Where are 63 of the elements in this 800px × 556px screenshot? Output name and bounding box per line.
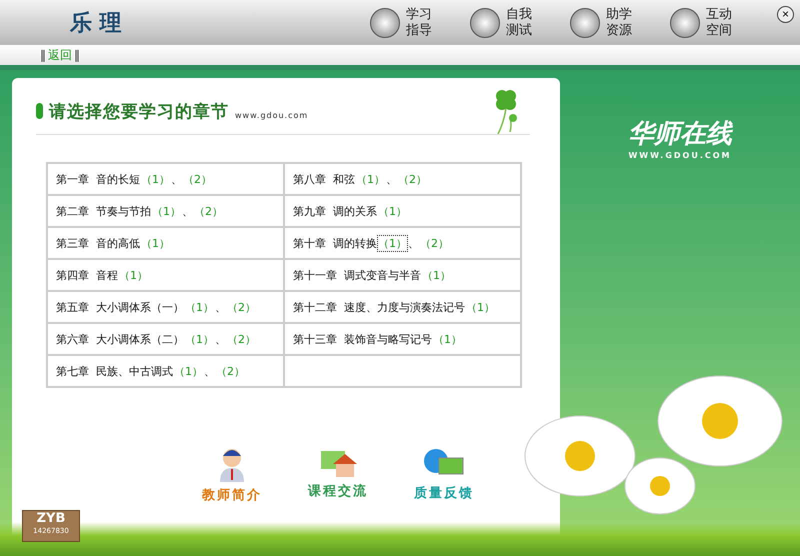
round-badge-icon bbox=[470, 8, 500, 38]
site-logo: 华师在线 WWW.GDOU.COM bbox=[628, 118, 732, 160]
clover-icon bbox=[494, 88, 520, 134]
back-link[interactable]: 返回 bbox=[48, 46, 72, 64]
separator-mark: 、 bbox=[408, 236, 419, 250]
part-link[interactable]: （2） bbox=[419, 234, 450, 252]
part-link[interactable]: （2） bbox=[226, 298, 257, 316]
site-url: www.gdou.com bbox=[235, 110, 308, 120]
part-link[interactable]: （1） bbox=[184, 330, 215, 348]
separator-mark: 、 bbox=[171, 172, 182, 186]
part-link[interactable]: （1） bbox=[140, 170, 171, 188]
part-link[interactable]: （1） bbox=[184, 298, 215, 316]
part-link[interactable]: （1） bbox=[355, 170, 386, 188]
separator-mark: 、 bbox=[215, 300, 226, 314]
part-link[interactable]: （1） bbox=[377, 202, 408, 220]
chapter-title: 第二章 节奏与节拍 bbox=[56, 204, 151, 218]
nav-link[interactable]: 助学 资源 bbox=[570, 6, 632, 38]
app-title: 乐 理 bbox=[70, 10, 123, 38]
panel-heading: 请选择您要学习的章节 bbox=[49, 100, 229, 122]
part-link[interactable]: （1） bbox=[118, 266, 149, 284]
chapter-title: 第一章 音的长短 bbox=[56, 172, 140, 186]
nav-link[interactable]: 学习 指导 bbox=[370, 6, 432, 38]
part-link[interactable]: （1） bbox=[377, 234, 408, 252]
nav-link[interactable]: 自我 测试 bbox=[470, 6, 532, 38]
close-button[interactable]: × bbox=[777, 6, 794, 23]
part-link[interactable]: （2） bbox=[215, 362, 246, 380]
part-link[interactable]: （1） bbox=[173, 362, 204, 380]
chapter-title: 第五章 大小调体系（一） bbox=[56, 300, 184, 314]
part-link[interactable]: （1） bbox=[421, 266, 452, 284]
round-badge-icon bbox=[570, 8, 600, 38]
part-link[interactable]: （1） bbox=[140, 234, 171, 252]
chapter-title: 第四章 音程 bbox=[56, 268, 118, 282]
chapter-title: 第六章 大小调体系（二） bbox=[56, 332, 184, 346]
nav-link[interactable]: 互动 空间 bbox=[670, 6, 732, 38]
round-badge-icon bbox=[670, 8, 700, 38]
chapter-title: 第十三章 装饰音与略写记号 bbox=[293, 332, 432, 346]
part-link[interactable]: （1） bbox=[432, 330, 463, 348]
chapter-title: 第十一章 调式变音与半音 bbox=[293, 268, 421, 282]
house-icon bbox=[319, 448, 357, 478]
separator-mark: 、 bbox=[204, 364, 215, 378]
separator-mark: 、 bbox=[182, 204, 193, 218]
part-link[interactable]: （2） bbox=[182, 170, 213, 188]
part-link[interactable]: （2） bbox=[397, 170, 428, 188]
separator-mark: 、 bbox=[215, 332, 226, 346]
chapter-title: 第八章 和弦 bbox=[293, 172, 355, 186]
footer-link[interactable]: 课程交流 bbox=[308, 448, 368, 504]
round-badge-icon bbox=[370, 8, 400, 38]
footer-link[interactable]: 教师简介 bbox=[202, 448, 262, 504]
separator-mark: ‖ bbox=[74, 48, 80, 62]
part-link[interactable]: （2） bbox=[193, 202, 224, 220]
separator-mark: ‖ bbox=[40, 48, 46, 62]
chapter-title: 第十章 调的转换 bbox=[293, 236, 377, 250]
chapter-title: 第七章 民族、中古调式 bbox=[56, 364, 173, 378]
part-link[interactable]: （1） bbox=[151, 202, 182, 220]
person-icon bbox=[219, 448, 245, 482]
chapter-title: 第九章 调的关系 bbox=[293, 204, 377, 218]
part-link[interactable]: （2） bbox=[226, 330, 257, 348]
chapter-title: 第十二章 速度、力度与演奏法记号 bbox=[293, 300, 465, 314]
chapter-title: 第三章 音的高低 bbox=[56, 236, 140, 250]
part-link[interactable]: （1） bbox=[465, 298, 496, 316]
pill-icon bbox=[36, 103, 43, 119]
separator-mark: 、 bbox=[386, 172, 397, 186]
footer-link[interactable]: 质量反馈 bbox=[414, 448, 474, 504]
